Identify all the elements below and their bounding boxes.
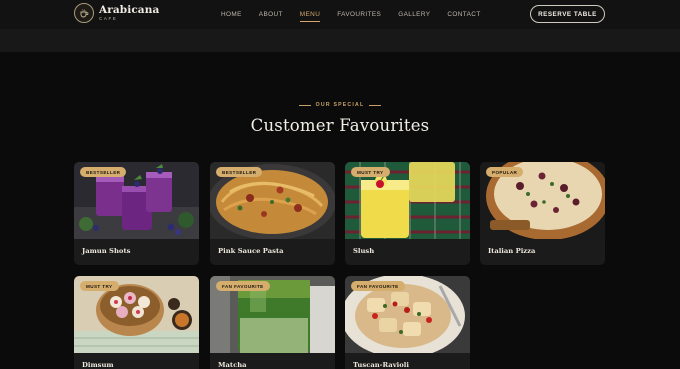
badge-must-try: MUST TRY [351,167,390,177]
main-menu: HOME ABOUT MENU FAVOURITES GALLERY CONTA… [221,0,498,29]
nav-link-favourites[interactable]: FAVOURITES [337,11,381,18]
nav-link-home[interactable]: HOME [221,11,242,18]
menu-card-matcha[interactable]: FAN FAVOURITE Matcha [210,276,335,369]
card-title: Jamun Shots [82,247,131,255]
menu-card-dimsum[interactable]: MUST TRY Dimsum [74,276,199,369]
card-title: Dimsum [82,361,114,369]
nav-link-gallery[interactable]: GALLERY [398,11,430,18]
card-title: Matcha [218,361,247,369]
header-band [0,29,680,52]
badge-fan-favourite: FAN FAVOURITE [351,281,405,291]
card-title: Slush [353,247,375,255]
brand-name: Arabicana [99,4,160,16]
menu-card-jamun-shots[interactable]: BESTSELLER Jamun Shots [74,162,199,265]
badge-must-try: MUST TRY [80,281,119,291]
nav-link-contact[interactable]: CONTACT [447,11,480,18]
card-title: Pink Sauce Pasta [218,247,284,255]
reserve-table-button[interactable]: RESERVE TABLE [530,5,605,23]
menu-card-slush[interactable]: MUST TRY Slush [345,162,470,265]
kicker-divider-left [298,104,311,106]
badge-bestseller: BESTSELLER [216,167,263,177]
brand-logo[interactable]: Arabicana CAFE [74,3,159,23]
card-title: Italian Pizza [488,247,536,255]
menu-card-italian-pizza[interactable]: POPULAR Italian Pizza [480,162,605,265]
brand-subtitle: CAFE [99,15,118,21]
top-navbar: Arabicana CAFE HOME ABOUT MENU FAVOURITE… [0,0,680,29]
menu-card-tuscan-ravioli[interactable]: FAN FAVOURITE Tuscan-Ravioli [345,276,470,369]
cafe-logo-icon [74,3,94,23]
kicker-divider-right [369,104,382,106]
card-title: Tuscan-Ravioli [353,361,409,369]
section-kicker: OUR SPECIAL [0,102,680,108]
menu-card-pink-sauce-pasta[interactable]: BESTSELLER Pink Sauce Pasta [210,162,335,265]
nav-link-about[interactable]: ABOUT [259,11,283,18]
section-kicker-text: OUR SPECIAL [315,102,365,108]
badge-fan-favourite: FAN FAVOURITE [216,281,270,291]
section-title: Customer Favourites [250,116,430,135]
badge-popular: POPULAR [486,167,524,177]
badge-bestseller: BESTSELLER [80,167,127,177]
nav-link-menu[interactable]: MENU [299,11,321,22]
